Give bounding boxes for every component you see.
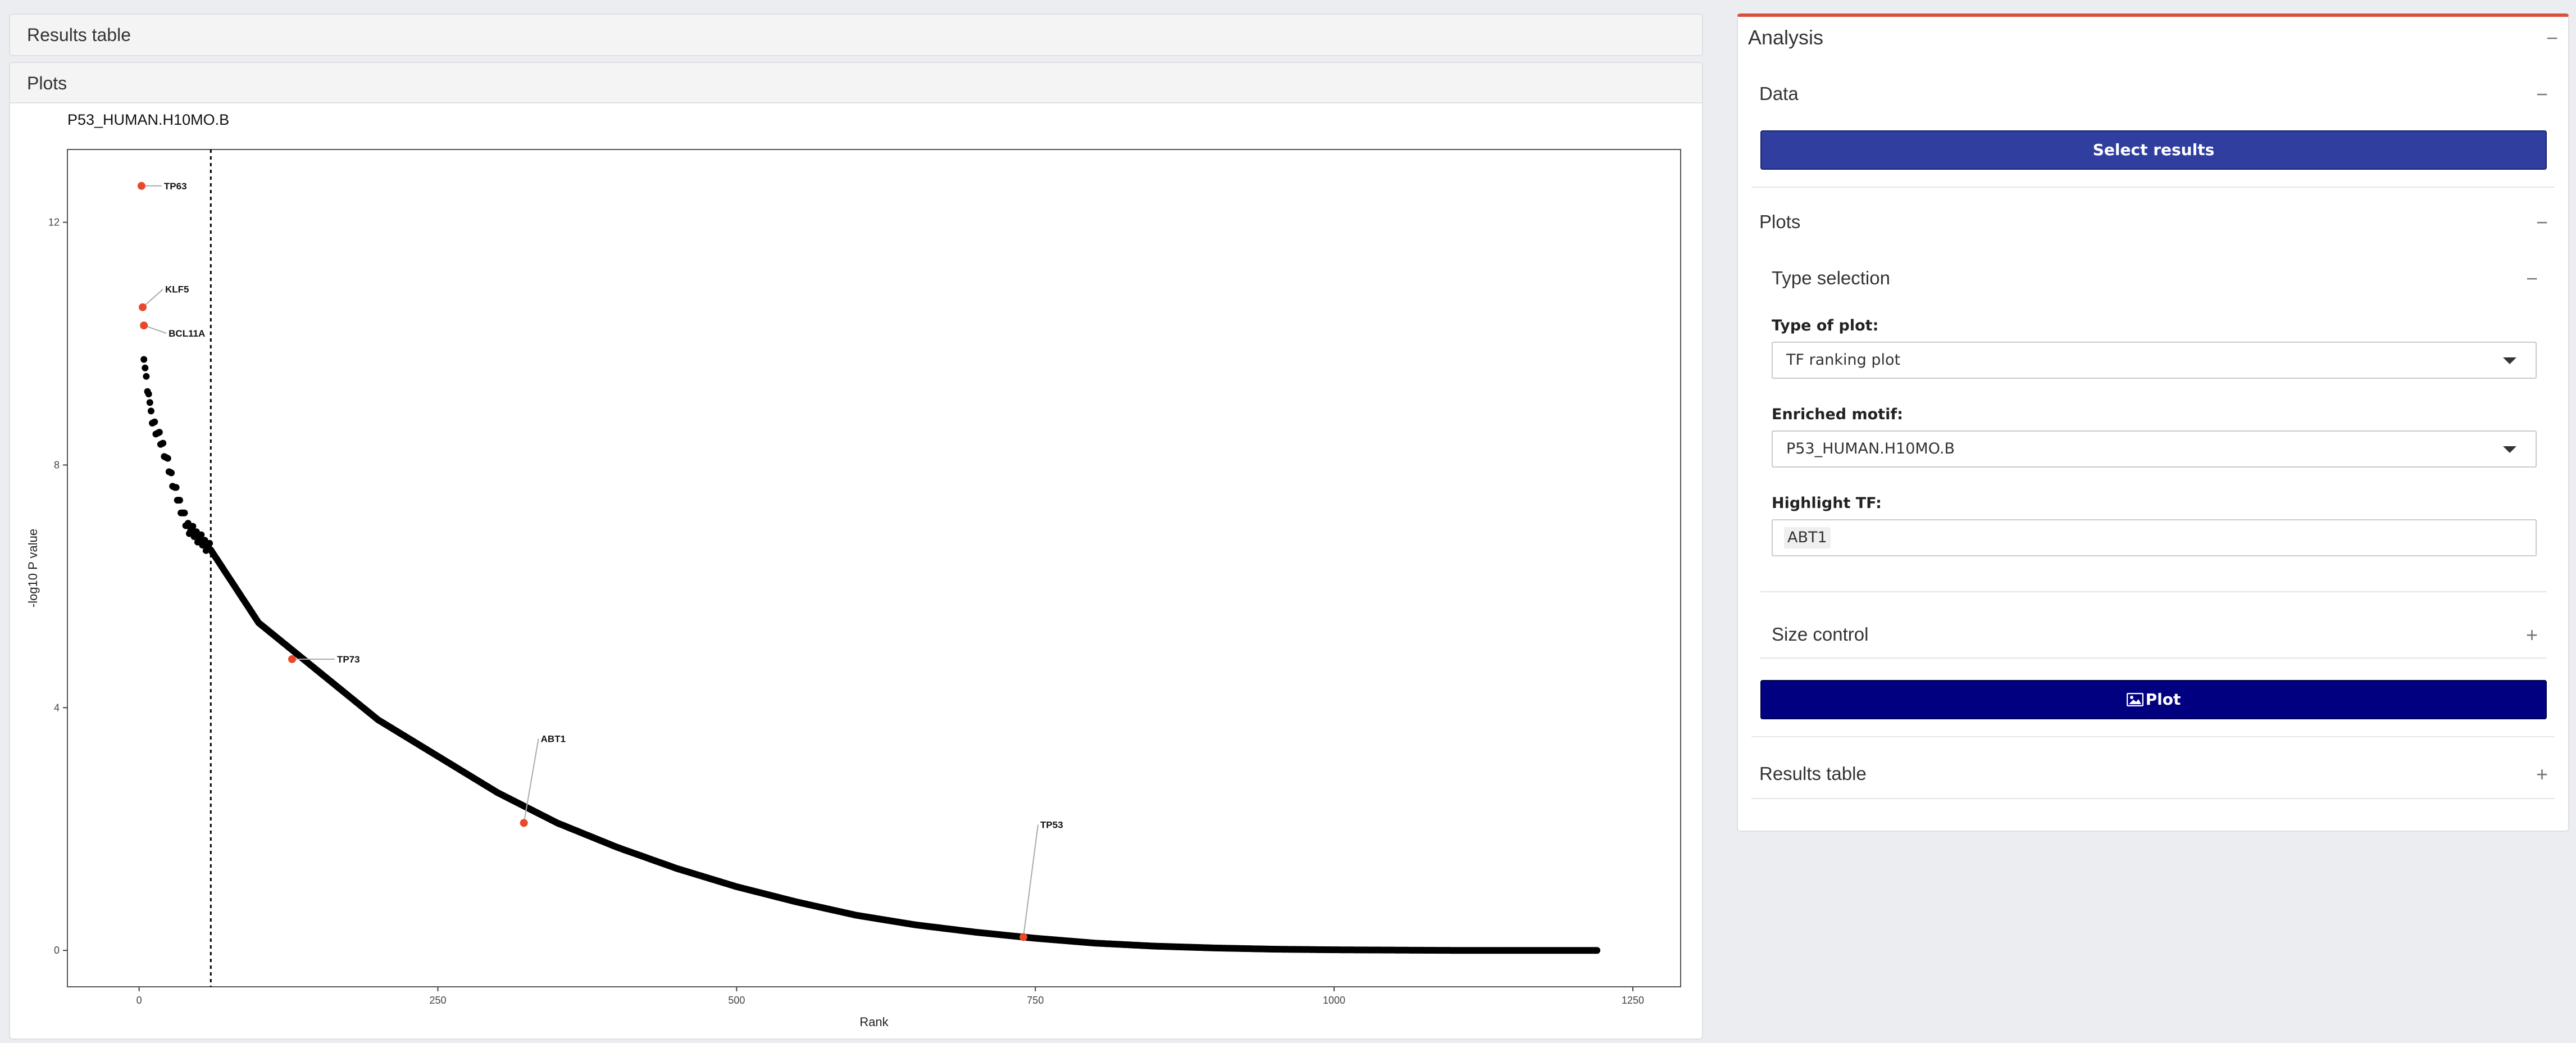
data-point	[206, 539, 213, 547]
plot-button[interactable]: Plot	[1760, 680, 2547, 719]
x-tick-label: 1250	[1622, 995, 1644, 1006]
plots-divider	[1751, 736, 2555, 737]
size-control-divider	[1760, 657, 2547, 659]
highlight-tf-tag[interactable]: ABT1	[1784, 527, 1831, 548]
data-point	[1594, 947, 1601, 954]
type-selection-title: Type selection	[1772, 267, 1890, 288]
plots-collapse-button[interactable]: −	[2536, 212, 2548, 233]
highlight-label: TP63	[164, 181, 187, 192]
data-divider	[1751, 187, 2555, 188]
y-tick-label: 12	[48, 217, 60, 228]
plot-area: P53_HUMAN.H10MO.B 0 250 500 750 1000 1250 0 4 8 1…	[10, 105, 1702, 1039]
data-point	[172, 484, 180, 491]
type-selection-collapse-button[interactable]: −	[2526, 269, 2538, 289]
analysis-collapse-button[interactable]: −	[2546, 28, 2558, 48]
select-results-button[interactable]: Select results	[1760, 130, 2547, 170]
highlight-point	[140, 321, 148, 330]
y-tick-label: 0	[54, 945, 60, 956]
y-tick-label: 4	[54, 702, 60, 713]
highlight-point	[520, 819, 528, 827]
type-of-plot-value: TF ranking plot	[1786, 351, 1901, 369]
highlight-point	[139, 303, 147, 311]
image-icon	[2126, 692, 2143, 707]
x-tick-label: 1000	[1323, 995, 1345, 1006]
chart-title: P53_HUMAN.H10MO.B	[67, 111, 229, 128]
data-point	[164, 455, 171, 462]
data-point	[181, 509, 188, 516]
data-point	[142, 364, 149, 371]
data-point	[147, 407, 154, 415]
highlight-label: KLF5	[165, 284, 189, 295]
tf-ranking-chart: P53_HUMAN.H10MO.B 0 250 500 750 1000 1250 0 4 8 1…	[26, 111, 1681, 1029]
enriched-motif-label: Enriched motif:	[1772, 406, 1903, 423]
highlight-label: ABT1	[541, 733, 566, 744]
data-section-title: Data	[1759, 83, 1799, 104]
analysis-title: Analysis	[1748, 26, 1824, 49]
plots-box: Plots P53_HUMAN.H10MO.B 0 250 500 750 1000 12…	[9, 62, 1703, 1040]
chevron-down-icon	[2503, 446, 2516, 453]
results-table-header[interactable]: Results table	[10, 15, 1702, 55]
highlight-point	[288, 655, 296, 663]
highlight-tf-input[interactable]: ABT1	[1772, 519, 2537, 556]
plot-panel	[67, 149, 1681, 987]
data-point	[176, 497, 183, 504]
data-point	[160, 439, 167, 447]
type-of-plot-select[interactable]: TF ranking plot	[1772, 342, 2537, 379]
highlight-label: TP73	[337, 654, 360, 665]
x-tick-label: 250	[429, 995, 446, 1006]
data-point	[145, 391, 152, 398]
x-tick-label: 750	[1027, 995, 1044, 1006]
plot-button-label: Plot	[2145, 690, 2181, 709]
size-control-title: Size control	[1772, 624, 1869, 645]
highlight-point	[137, 182, 145, 190]
results-table-expand-button[interactable]: +	[2536, 764, 2548, 784]
data-collapse-button[interactable]: −	[2536, 84, 2548, 105]
chevron-down-icon	[2503, 357, 2516, 364]
data-point	[156, 429, 163, 436]
plots-header[interactable]: Plots	[10, 63, 1702, 103]
data-point	[146, 399, 153, 406]
enriched-motif-value: P53_HUMAN.H10MO.B	[1786, 440, 1955, 457]
data-point	[168, 469, 175, 477]
highlight-label: BCL11A	[169, 328, 205, 339]
size-control-expand-button[interactable]: +	[2526, 625, 2538, 645]
y-tick-label: 8	[54, 459, 60, 470]
enriched-motif-select[interactable]: P53_HUMAN.H10MO.B	[1772, 430, 2537, 468]
analysis-panel: Analysis − Data − Select results Plots −…	[1737, 13, 2569, 832]
results-table-box: Results table	[9, 13, 1703, 56]
highlight-point	[1019, 933, 1027, 941]
x-tick-label: 500	[728, 995, 745, 1006]
type-of-plot-label: Type of plot:	[1772, 317, 1879, 334]
x-tick-label: 0	[136, 995, 142, 1006]
results-table-section-title: Results table	[1759, 763, 1867, 784]
highlight-label: TP53	[1040, 819, 1063, 830]
type-selection-divider	[1760, 591, 2547, 592]
results-table-divider	[1751, 798, 2555, 799]
data-point	[143, 373, 150, 380]
y-axis-label: -log10 P value	[26, 529, 40, 607]
plots-section-title: Plots	[1759, 211, 1801, 232]
highlight-tf-label: Highlight TF:	[1772, 495, 1882, 512]
data-point	[140, 356, 148, 363]
x-axis-label: Rank	[859, 1015, 889, 1029]
data-point	[151, 418, 158, 425]
